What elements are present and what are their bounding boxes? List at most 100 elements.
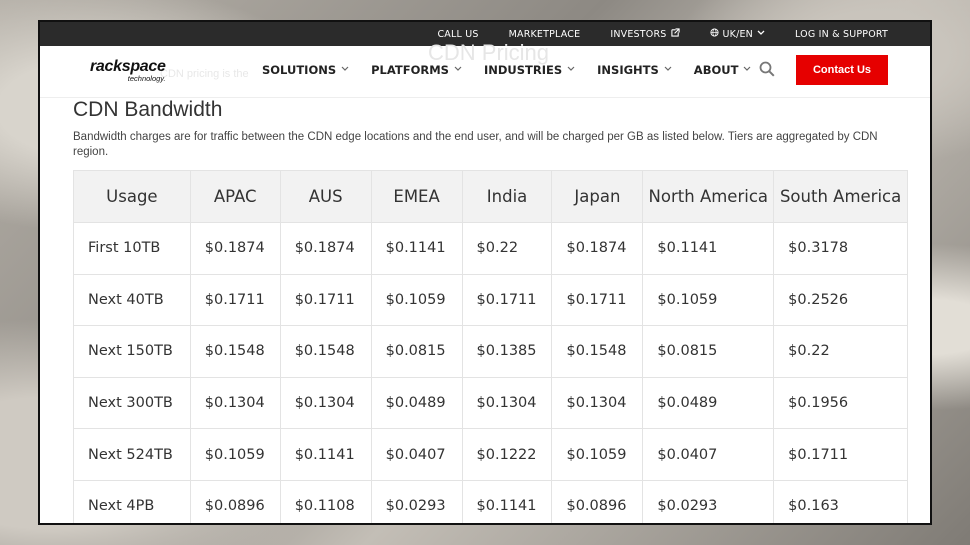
nav-insights-label: INSIGHTS: [597, 63, 659, 77]
table-cell: $0.1956: [773, 376, 908, 430]
table-cell: $0.1548: [189, 325, 281, 378]
nav-insights[interactable]: INSIGHTS: [597, 63, 672, 77]
nav-solutions[interactable]: SOLUTIONS: [262, 63, 349, 77]
table-cell: $0.1711: [773, 428, 908, 481]
table-cell: Next 4PB: [73, 479, 191, 523]
table-cell: $0.163: [773, 479, 908, 523]
column-header: AUS: [279, 170, 372, 223]
rackspace-logo[interactable]: rackspace technology.: [90, 58, 166, 83]
locale-selector[interactable]: UK/EN: [709, 28, 766, 40]
table-cell: $0.1141: [642, 222, 775, 275]
search-icon[interactable]: [758, 60, 778, 80]
contact-us-button[interactable]: Contact Us: [796, 55, 888, 85]
table-cell: $0.1222: [461, 428, 553, 481]
table-cell: $0.0489: [642, 376, 775, 430]
table-cell: $0.1141: [370, 222, 463, 275]
section-description: Bandwidth charges are for traffic betwee…: [73, 131, 878, 158]
main-navbar: CDN Pricing CDN pricing is the rackspace…: [40, 40, 930, 98]
table-cell: $0.1874: [189, 222, 281, 275]
table-cell: $0.22: [461, 222, 553, 275]
main-content: CDN Bandwidth Bandwidth charges are for …: [40, 98, 930, 523]
table-cell: $0.0815: [370, 325, 463, 378]
investors-link[interactable]: INVESTORS: [610, 28, 680, 40]
table-cell: $0.1548: [279, 325, 372, 378]
nav-industries[interactable]: INDUSTRIES: [484, 63, 575, 77]
table-cell: Next 524TB: [73, 428, 191, 481]
table-cell: $0.1108: [279, 479, 372, 523]
table-cell: $0.1141: [279, 428, 372, 481]
nav-about[interactable]: ABOUT: [694, 63, 752, 77]
nav-platforms[interactable]: PLATFORMS: [371, 63, 462, 77]
table-row: Next 4PB $0.0896 $0.1108 $0.0293 $0.1141…: [73, 479, 908, 523]
table-cell: $0.0407: [370, 428, 463, 481]
table-cell: $0.0407: [642, 428, 775, 481]
nav-solutions-label: SOLUTIONS: [262, 63, 337, 77]
nav-platforms-label: PLATFORMS: [371, 63, 449, 77]
logo-tagline: technology.: [127, 74, 166, 83]
chevron-down-icon: [664, 65, 672, 75]
table-cell: $0.1385: [461, 325, 553, 378]
external-link-icon: [670, 28, 680, 40]
marketplace-label: MARKETPLACE: [508, 28, 581, 40]
chevron-down-icon: [743, 65, 751, 75]
table-cell: $0.0489: [370, 376, 463, 430]
investors-label: INVESTORS: [610, 28, 667, 40]
chevron-down-icon: [757, 29, 765, 39]
column-header: South America: [773, 170, 908, 223]
table-cell: $0.3178: [773, 222, 908, 275]
table-row: Next 524TB $0.1059 $0.1141 $0.0407 $0.12…: [73, 428, 908, 481]
column-header: Usage: [73, 170, 191, 223]
login-support-label: LOG IN & SUPPORT: [795, 28, 888, 40]
table-cell: $0.1711: [279, 273, 372, 327]
table-row: Next 150TB $0.1548 $0.1548 $0.0815 $0.13…: [73, 325, 908, 378]
chevron-down-icon: [454, 65, 462, 75]
pricing-table: Usage APAC AUS EMEA India Japan North Am…: [73, 170, 908, 523]
column-header: EMEA: [370, 170, 463, 223]
table-cell: $0.1304: [461, 376, 553, 430]
marketplace-link[interactable]: MARKETPLACE: [509, 29, 581, 40]
table-cell: Next 40TB: [73, 273, 191, 327]
table-cell: $0.0293: [642, 479, 775, 523]
table-cell: Next 150TB: [73, 325, 191, 378]
call-us-link[interactable]: CALL US: [437, 29, 478, 40]
table-cell: $0.2526: [773, 273, 908, 327]
column-header: APAC: [189, 170, 281, 223]
chevron-down-icon: [567, 65, 575, 75]
table-cell: $0.1059: [370, 273, 463, 327]
table-cell: $0.1711: [461, 273, 553, 327]
table-row: First 10TB $0.1874 $0.1874 $0.1141 $0.22…: [73, 222, 908, 275]
table-cell: $0.1874: [551, 222, 644, 275]
primary-nav: SOLUTIONS PLATFORMS INDUSTRIES INSIGHTS …: [262, 63, 751, 77]
table-cell: $0.1874: [279, 222, 372, 275]
table-cell: $0.0815: [642, 325, 775, 378]
table-row: Next 300TB $0.1304 $0.1304 $0.0489 $0.13…: [73, 376, 908, 430]
table-header-row: Usage APAC AUS EMEA India Japan North Am…: [73, 170, 908, 223]
table-cell: $0.1711: [189, 273, 281, 327]
locale-label: UK/EN: [722, 28, 753, 40]
call-us-label: CALL US: [437, 28, 479, 40]
table-row: Next 40TB $0.1711 $0.1711 $0.1059 $0.171…: [73, 273, 908, 327]
chevron-down-icon: [341, 65, 349, 75]
table-cell: Next 300TB: [73, 376, 191, 430]
table-cell: $0.22: [773, 325, 908, 378]
column-header: India: [461, 170, 553, 223]
table-cell: $0.0293: [370, 479, 463, 523]
background-page-subtitle: CDN pricing is the: [160, 68, 249, 80]
table-cell: $0.1711: [551, 273, 644, 327]
table-cell: $0.0896: [189, 479, 281, 523]
table-cell: $0.0896: [551, 479, 644, 523]
table-cell: $0.1059: [642, 273, 775, 327]
table-cell: $0.1304: [189, 376, 281, 430]
table-cell: $0.1059: [189, 428, 281, 481]
nav-about-label: ABOUT: [693, 63, 739, 77]
login-support-link[interactable]: LOG IN & SUPPORT: [795, 29, 888, 40]
column-header: North America: [642, 170, 775, 223]
nav-industries-label: INDUSTRIES: [483, 63, 563, 77]
table-cell: $0.1304: [279, 376, 372, 430]
table-cell: $0.1141: [461, 479, 553, 523]
table-cell: $0.1059: [551, 428, 644, 481]
table-cell: $0.1548: [551, 325, 644, 378]
section-title: CDN Bandwidth: [73, 98, 223, 121]
table-cell: First 10TB: [73, 222, 191, 275]
globe-icon: [709, 28, 719, 40]
